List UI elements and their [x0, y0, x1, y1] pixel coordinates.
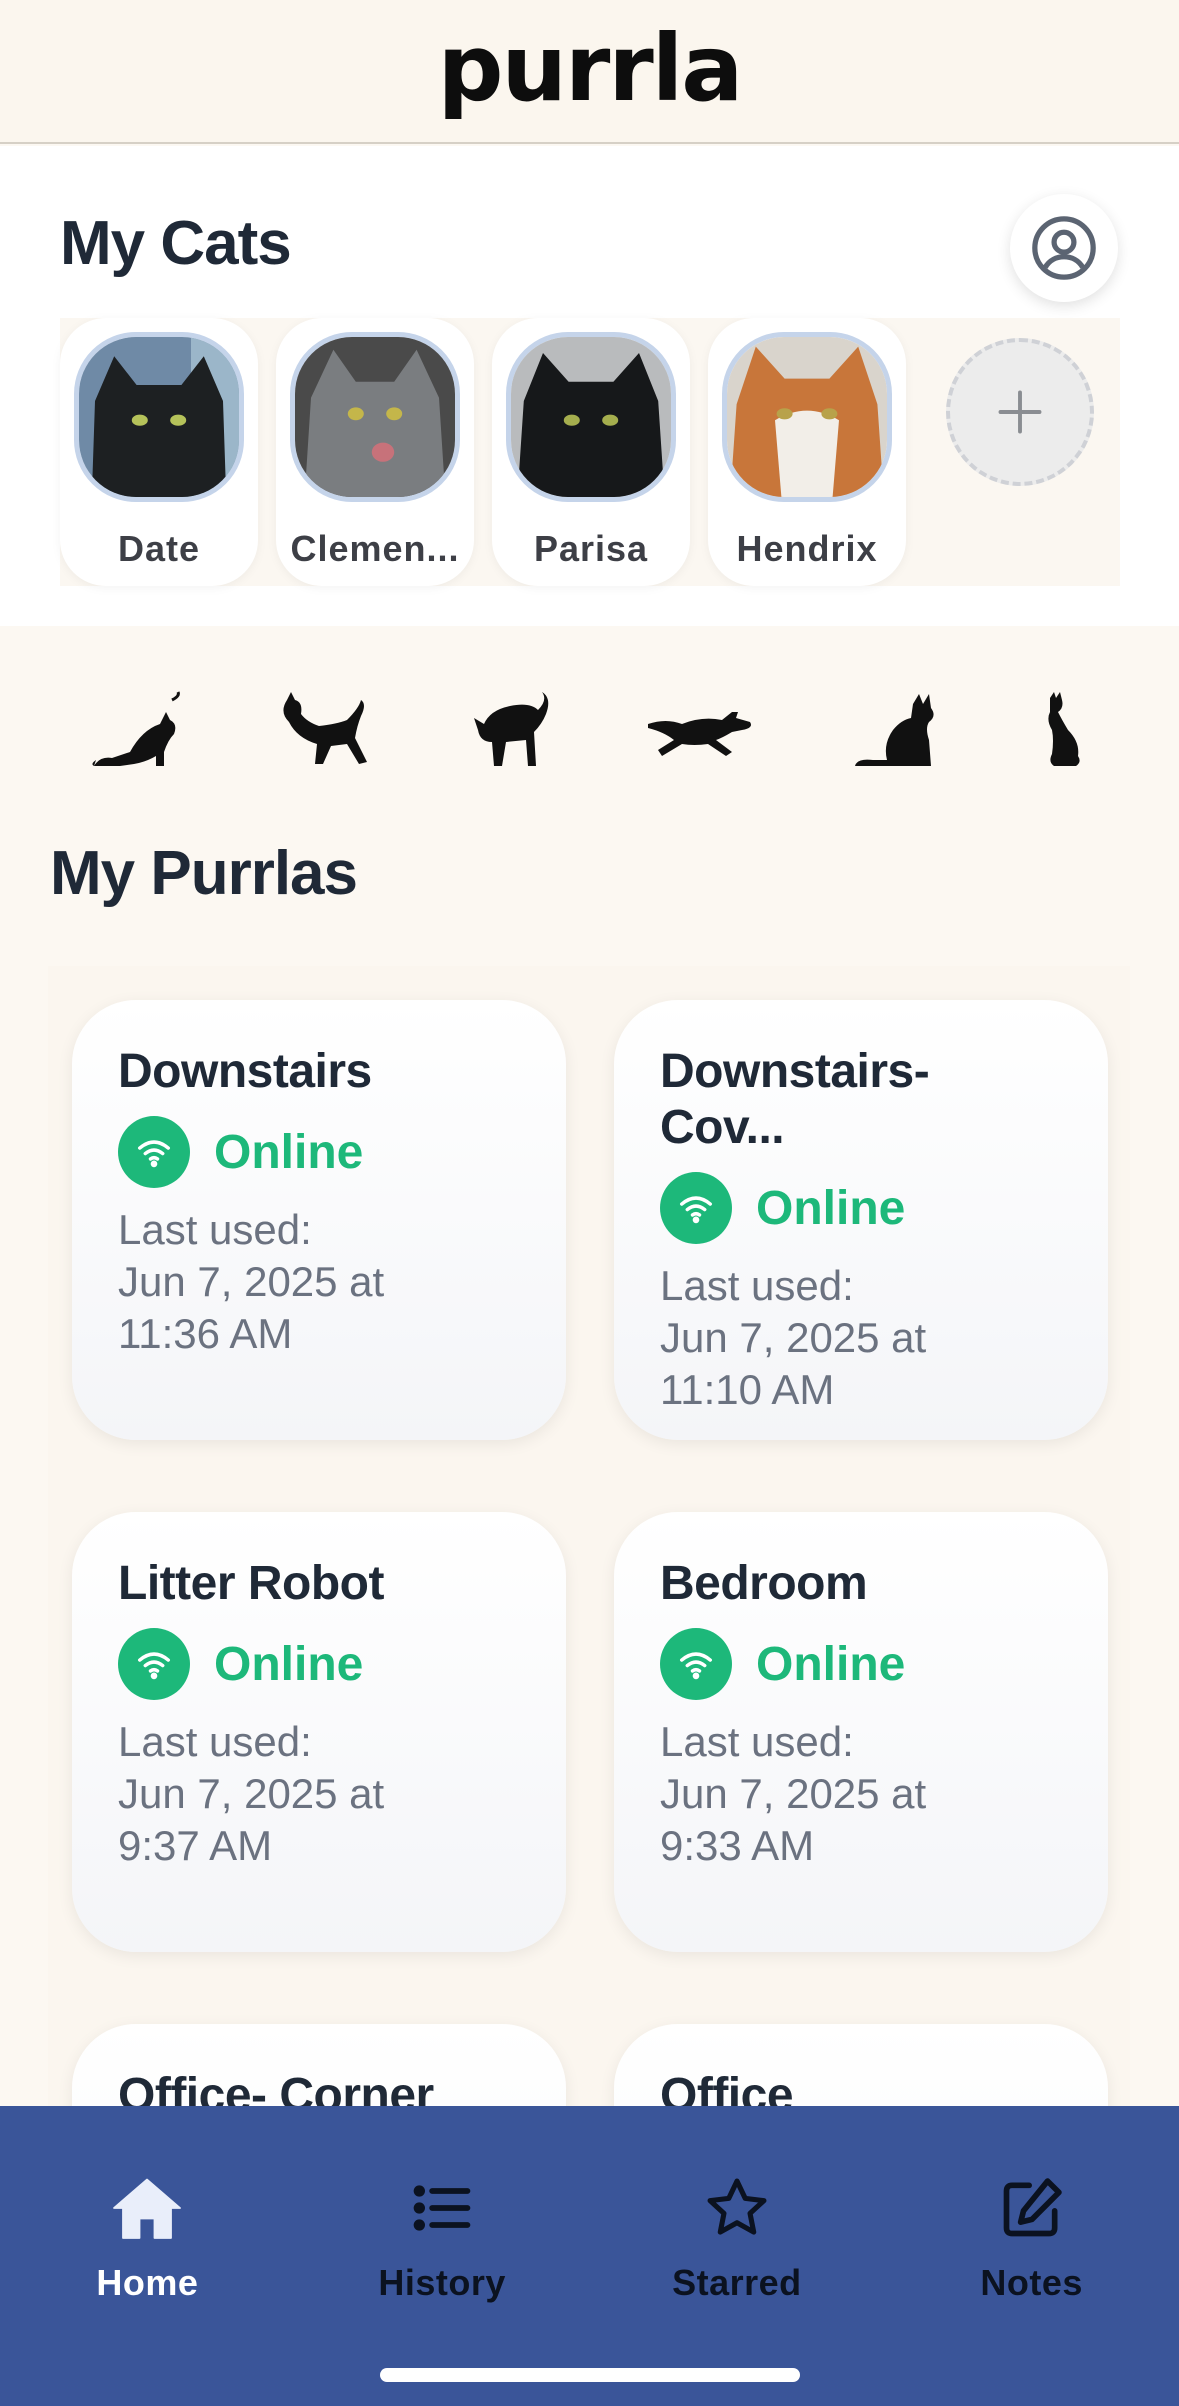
cat-upright-icon [1048, 692, 1080, 766]
cat-card-clemen[interactable]: Clemen... [276, 318, 474, 586]
status-row: Online [118, 1628, 520, 1700]
cat-card-parisa[interactable]: Parisa [492, 318, 690, 586]
tab-label: Notes [980, 2262, 1083, 2303]
device-card[interactable]: Downstairs-Cov... Online Last used: Jun … [614, 1000, 1108, 1440]
user-circle-icon [1032, 216, 1096, 280]
cats-row: Date Clemen... Parisa Hendrix [60, 318, 1120, 586]
cat-running-icon [648, 712, 752, 756]
last-used: Last used: Jun 7, 2025 at 9:37 AM [118, 1716, 520, 1872]
last-used-date: Jun 7, 2025 at [118, 1258, 385, 1305]
device-card[interactable]: Bedroom Online Last used: Jun 7, 2025 at… [614, 1512, 1108, 1952]
device-card[interactable]: Downstairs Online Last used: Jun 7, 2025… [72, 1000, 566, 1440]
device-name: Litter Robot [118, 1557, 384, 1610]
wifi-icon [660, 1628, 732, 1700]
last-used-date: Jun 7, 2025 at [660, 1314, 927, 1361]
tab-home[interactable]: Home [0, 2106, 295, 2406]
device-card[interactable]: Litter Robot Online Last used: Jun 7, 20… [72, 1512, 566, 1952]
app-header: purrla [0, 0, 1179, 144]
device-card[interactable]: Office [614, 2024, 1108, 2106]
status-online: Online [214, 1125, 364, 1179]
add-cat-button[interactable] [946, 338, 1094, 486]
cat-avatar [722, 332, 892, 502]
last-used: Last used: Jun 7, 2025 at 11:36 AM [118, 1204, 520, 1360]
tab-notes[interactable]: Notes [884, 2106, 1179, 2406]
cat-sitting-icon [855, 694, 934, 766]
cat-card-hendrix[interactable]: Hendrix [708, 318, 906, 586]
cat-avatar [290, 332, 460, 502]
last-used-label: Last used: [118, 1206, 312, 1253]
device-name: Office- Corner [118, 2069, 434, 2106]
star-icon [707, 2178, 767, 2235]
list-icon [413, 2185, 471, 2231]
last-used-date: Jun 7, 2025 at [118, 1770, 385, 1817]
cat-card-date[interactable]: Date [60, 318, 258, 586]
last-used-label: Last used: [660, 1718, 854, 1765]
cat-name: Hendrix [736, 528, 878, 569]
status-row: Online [118, 1116, 520, 1188]
cat-name: Clemen... [290, 528, 460, 569]
wifi-icon [118, 1116, 190, 1188]
tab-label: Home [96, 2262, 199, 2303]
last-used-time: 11:10 AM [660, 1366, 835, 1413]
status-online: Online [214, 1637, 364, 1691]
profile-button[interactable] [1010, 194, 1118, 302]
plus-icon [998, 390, 1042, 434]
status-row: Online [660, 1628, 1062, 1700]
cat-silhouettes [90, 680, 1090, 780]
last-used-time: 9:37 AM [118, 1822, 273, 1869]
devices-grid: Downstairs Online Last used: Jun 7, 2025… [48, 966, 1130, 2106]
app-logo: purrla [437, 14, 744, 122]
last-used-label: Last used: [118, 1718, 312, 1765]
bottom-tab-bar: Home History Starred Notes [0, 2106, 1179, 2406]
purrlas-section-title: My Purrlas [50, 839, 358, 908]
last-used: Last used: Jun 7, 2025 at 11:10 AM [660, 1260, 1062, 1416]
device-name: Office [660, 2069, 794, 2106]
tab-label: Starred [672, 2262, 802, 2303]
device-name: Downstairs-Cov... [660, 1045, 930, 1154]
last-used-label: Last used: [660, 1262, 854, 1309]
home-indicator [380, 2368, 800, 2382]
cat-name: Parisa [533, 528, 649, 569]
device-card[interactable]: Office- Corner [72, 2024, 566, 2106]
cat-avatar [506, 332, 676, 502]
status-online: Online [756, 1181, 906, 1235]
last-used-time: 11:36 AM [118, 1310, 293, 1357]
tab-starred[interactable]: Starred [590, 2106, 885, 2406]
status-online: Online [756, 1637, 906, 1691]
last-used-time: 9:33 AM [660, 1822, 815, 1869]
device-name: Downstairs [118, 1045, 372, 1098]
last-used-date: Jun 7, 2025 at [660, 1770, 927, 1817]
wifi-icon [660, 1172, 732, 1244]
cat-playing-icon [283, 692, 367, 764]
cat-avatar [74, 332, 244, 502]
cat-name: Date [117, 528, 201, 569]
cat-arching-icon [473, 692, 548, 766]
tab-label: History [378, 2262, 506, 2303]
device-name: Bedroom [660, 1557, 868, 1610]
status-row: Online [660, 1172, 1062, 1244]
cat-stretching-icon [92, 691, 180, 766]
edit-icon [1003, 2178, 1062, 2237]
home-icon [113, 2178, 182, 2239]
last-used: Last used: Jun 7, 2025 at 9:33 AM [660, 1716, 1062, 1872]
cats-section-title: My Cats [60, 209, 292, 278]
tab-history[interactable]: History [295, 2106, 590, 2406]
wifi-icon [118, 1628, 190, 1700]
